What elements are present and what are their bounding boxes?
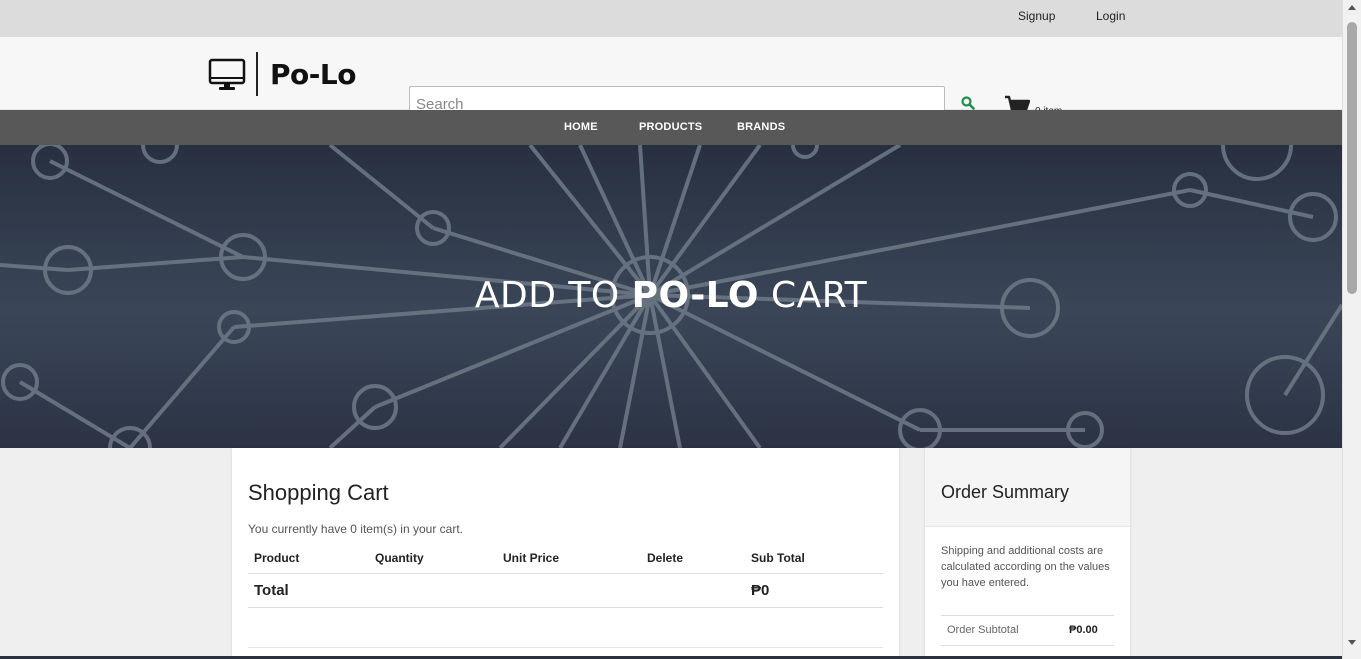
col-quantity: Quantity xyxy=(369,546,497,574)
col-product: Product xyxy=(248,546,369,574)
summary-heading: Order Summary xyxy=(941,482,1070,502)
vertical-scrollbar[interactable] xyxy=(1342,0,1361,659)
page: Signup Login Po-Lo Search HOME PRODUCTS … xyxy=(0,0,1342,659)
top-bar: Signup Login xyxy=(0,0,1342,37)
total-label: Total xyxy=(248,573,369,608)
hero-title: ADD TO PO-LO CART xyxy=(0,275,1342,316)
scroll-up-arrow-icon[interactable] xyxy=(1348,5,1356,10)
subtotal-label: Order Subtotal xyxy=(947,624,1019,636)
main-nav: HOME PRODUCTS BRANDS xyxy=(0,110,1342,145)
hero-banner: ADD TO PO-LO CART xyxy=(0,145,1342,448)
login-link[interactable]: Login xyxy=(1096,9,1125,23)
scroll-down-arrow-icon[interactable] xyxy=(1348,640,1356,645)
search-icon xyxy=(961,95,975,110)
divider xyxy=(941,645,1114,646)
nav-products[interactable]: PRODUCTS xyxy=(639,121,702,133)
cart-heading: Shopping Cart xyxy=(248,480,389,505)
logo-divider xyxy=(256,52,258,96)
table-header-row: Product Quantity Unit Price Delete Sub T… xyxy=(248,546,883,574)
cart-table: Product Quantity Unit Price Delete Sub T… xyxy=(248,546,883,608)
nav-brands[interactable]: BRANDS xyxy=(737,121,785,133)
hero-title-brand: PO-LO xyxy=(631,275,760,316)
hero-title-post: CART xyxy=(759,275,868,316)
scrollbar-thumb[interactable] xyxy=(1347,22,1357,294)
col-unit-price: Unit Price xyxy=(497,546,641,574)
total-row: Total ₱0 xyxy=(248,573,883,608)
order-summary-panel: Order Summary Shipping and additional co… xyxy=(925,448,1130,659)
cart-note: You currently have 0 item(s) in your car… xyxy=(248,522,463,536)
col-subtotal: Sub Total xyxy=(745,546,883,574)
summary-description: Shipping and additional costs are calcul… xyxy=(941,545,1110,589)
brand-name: Po-Lo xyxy=(270,57,356,91)
logo[interactable]: Po-Lo xyxy=(208,51,356,97)
header: Po-Lo 0 item xyxy=(0,37,1342,122)
col-delete: Delete xyxy=(641,546,745,574)
shopping-cart-panel: Shopping Cart You currently have 0 item(… xyxy=(232,448,899,659)
monitor-icon xyxy=(208,58,246,90)
nav-home[interactable]: HOME xyxy=(564,121,598,133)
summary-header: Order Summary xyxy=(925,448,1130,527)
signup-link[interactable]: Signup xyxy=(1018,9,1055,23)
subtotal-value: ₱0.00 xyxy=(1069,624,1098,636)
total-value: ₱0 xyxy=(745,573,883,608)
divider xyxy=(941,615,1114,616)
hero-title-pre: ADD TO xyxy=(474,275,632,316)
divider xyxy=(248,647,883,648)
